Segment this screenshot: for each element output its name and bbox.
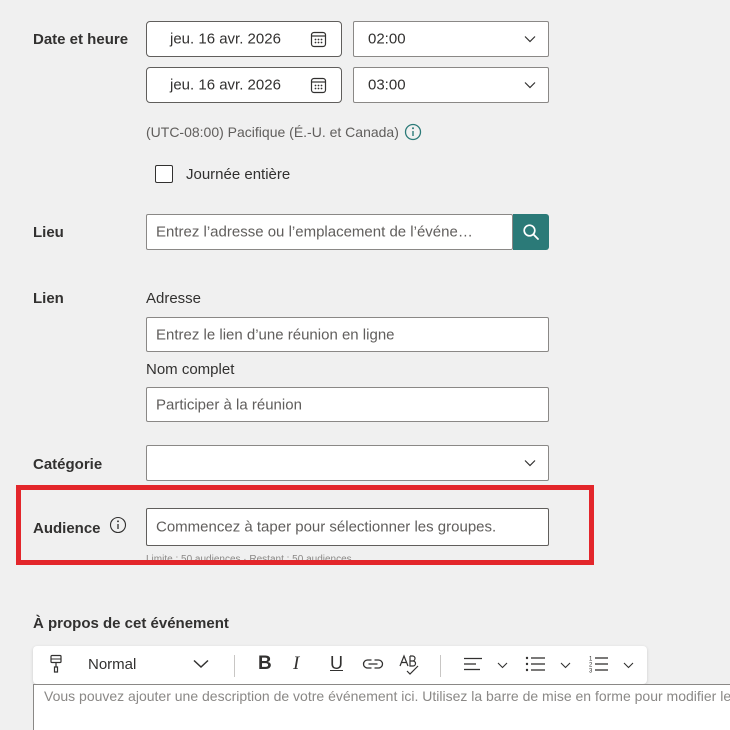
end-time-value: 03:00: [368, 76, 406, 94]
bullet-list-icon[interactable]: [525, 656, 546, 672]
location-input[interactable]: Entrez l’adresse ou l’emplacement de l’é…: [146, 214, 513, 250]
link-name-placeholder: Participer à la réunion: [156, 396, 302, 413]
align-icon[interactable]: [463, 657, 483, 671]
location-placeholder: Entrez l’adresse ou l’emplacement de l’é…: [156, 223, 473, 241]
format-painter-icon[interactable]: [48, 654, 64, 674]
calendar-icon[interactable]: [310, 31, 327, 48]
numbered-list-icon[interactable]: 1 2 3: [589, 655, 609, 673]
spellcheck-icon[interactable]: [398, 654, 420, 676]
svg-text:3: 3: [589, 669, 593, 674]
link-icon[interactable]: [362, 657, 384, 671]
highlight-box: [16, 485, 594, 565]
chevron-down-icon: [524, 82, 536, 89]
chevron-down-icon: [524, 460, 536, 467]
all-day-label: Journée entière: [186, 166, 291, 183]
chevron-down-icon: [524, 36, 536, 43]
about-label: À propos de cet événement: [33, 615, 229, 632]
link-address-placeholder: Entrez le lien d’une réunion en ligne: [156, 326, 395, 343]
location-label: Lieu: [33, 224, 64, 241]
all-day-checkbox[interactable]: [155, 165, 173, 183]
category-select[interactable]: [146, 445, 549, 481]
chevron-down-icon[interactable]: [193, 659, 209, 669]
start-time-value: 02:00: [368, 30, 406, 48]
link-label: Lien: [33, 290, 64, 307]
end-date-value: jeu. 16 avr. 2026: [170, 76, 281, 94]
text-style-value[interactable]: Normal: [88, 656, 136, 673]
start-date-value: jeu. 16 avr. 2026: [170, 30, 281, 48]
bold-icon[interactable]: B: [258, 653, 272, 675]
search-icon: [523, 224, 539, 240]
link-address-input[interactable]: Entrez le lien d’une réunion en ligne: [146, 317, 549, 352]
description-editor[interactable]: Vous pouvez ajouter une description de v…: [33, 684, 730, 730]
calendar-icon[interactable]: [310, 77, 327, 94]
chevron-down-icon[interactable]: [497, 662, 508, 669]
location-search-button[interactable]: [513, 214, 549, 250]
end-time-select[interactable]: 03:00: [353, 67, 549, 103]
link-name-input[interactable]: Participer à la réunion: [146, 387, 549, 422]
start-date-picker[interactable]: jeu. 16 avr. 2026: [146, 21, 342, 57]
underline-icon[interactable]: U: [330, 653, 343, 674]
info-icon[interactable]: [404, 123, 422, 141]
chevron-down-icon[interactable]: [623, 662, 634, 669]
date-time-label: Date et heure: [33, 31, 129, 48]
link-name-label: Nom complet: [146, 361, 235, 378]
timezone-text: (UTC-08:00) Pacifique (É.-U. et Canada): [146, 124, 399, 140]
description-placeholder: Vous pouvez ajouter une description de v…: [44, 688, 730, 704]
italic-icon[interactable]: I: [293, 653, 299, 675]
category-label: Catégorie: [33, 456, 103, 473]
chevron-down-icon[interactable]: [560, 662, 571, 669]
start-time-select[interactable]: 02:00: [353, 21, 549, 57]
link-address-label: Adresse: [146, 290, 202, 307]
end-date-picker[interactable]: jeu. 16 avr. 2026: [146, 67, 342, 103]
